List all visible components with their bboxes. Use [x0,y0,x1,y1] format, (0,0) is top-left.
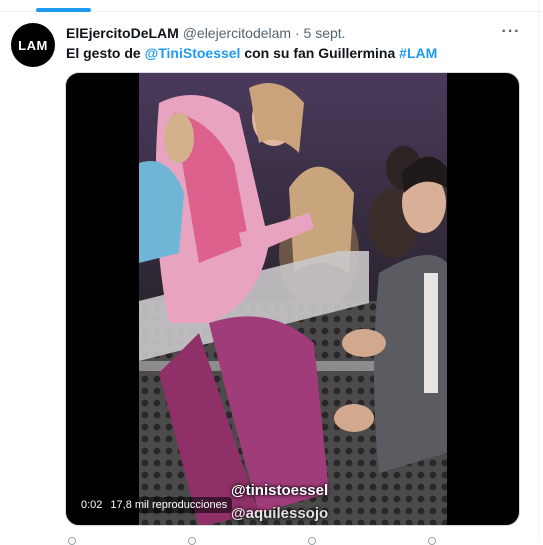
tweet-date[interactable]: 5 sept. [304,25,346,41]
view-count: 17,8 mil reproducciones [110,499,228,511]
video-player[interactable]: @tinistoessel @aquilessojo 28 0:02 17,8 m… [65,72,520,526]
tweet-text: El gesto de @TiniStoessel con su fan Gui… [66,44,437,62]
video-overlay-tag-2: @aquilessojo [231,505,329,522]
active-tab-indicator [36,8,91,12]
separator-dot: · [294,25,300,41]
tweet-text-prefix: El gesto de [66,45,145,61]
tweet-header: ElEjercitoDeLAM @elejercitodelam · 5 sep… [66,25,346,41]
video-time-badge: 0:02 17,8 mil reproducciones [76,497,233,513]
mention-link[interactable]: @TiniStoessel [145,45,241,61]
reply-action-icon[interactable] [68,537,76,545]
video-still [139,73,447,525]
more-options-button[interactable]: ··· [496,20,526,44]
retweet-action-icon[interactable] [188,537,196,545]
like-action-icon[interactable] [308,537,316,545]
more-icon: ··· [501,23,521,40]
timeline-border [538,0,539,541]
hashtag-link[interactable]: #LAM [399,45,437,61]
user-handle[interactable]: @elejercitodelam [183,25,291,41]
video-overlay-tag-1: @tinistoessel [231,482,329,499]
avatar[interactable]: LAM [11,23,55,67]
share-action-icon[interactable] [428,537,436,545]
video-elapsed-time: 0:02 [81,499,103,511]
tweet-text-middle: con su fan Guillermina [240,45,400,61]
display-name[interactable]: ElEjercitoDeLAM [66,25,179,41]
avatar-logo-text: LAM [18,37,48,53]
video-frame[interactable]: @tinistoessel @aquilessojo 28 [139,73,447,525]
